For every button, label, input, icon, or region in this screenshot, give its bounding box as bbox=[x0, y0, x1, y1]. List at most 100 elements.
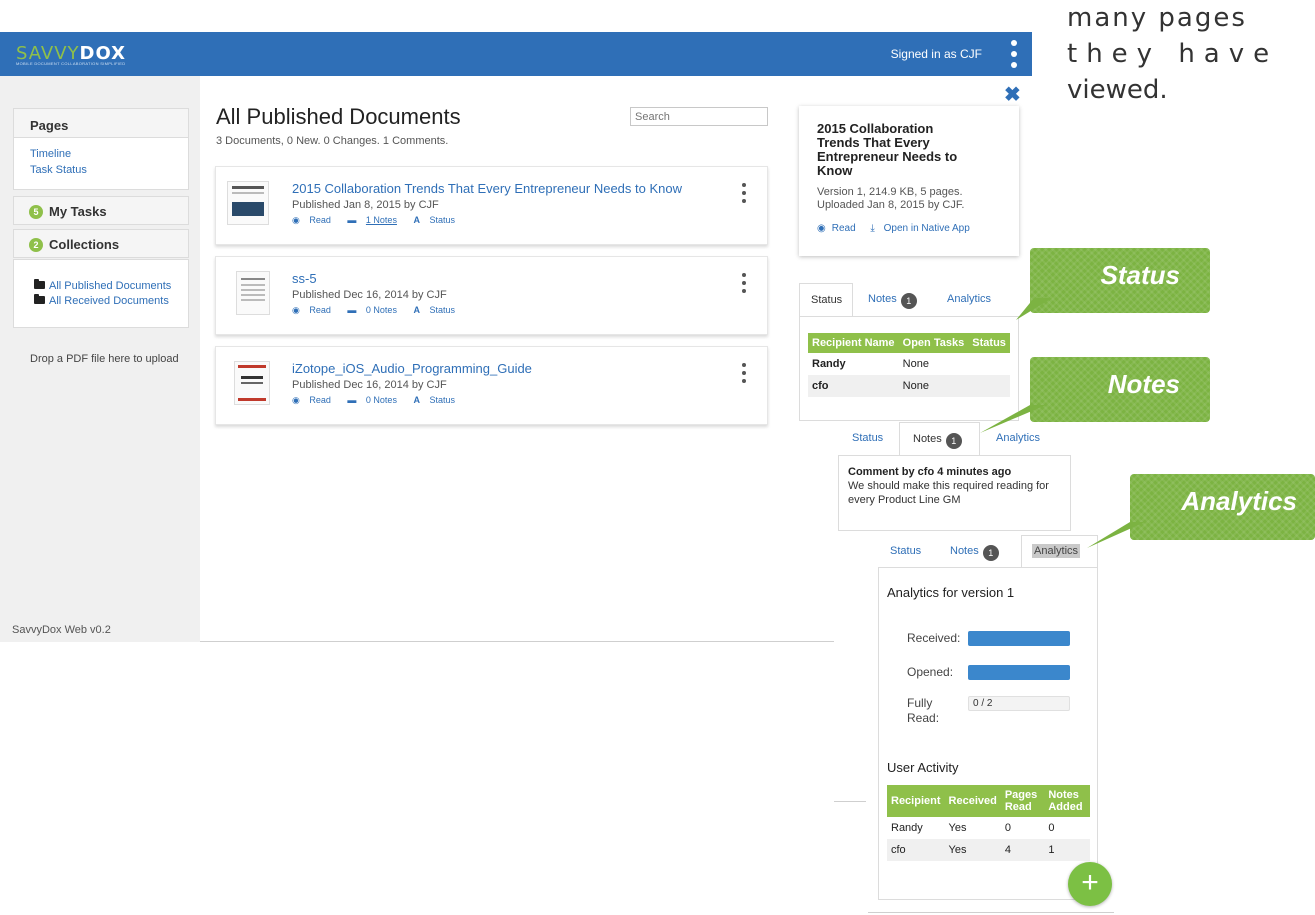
tab-analytics[interactable]: Analytics bbox=[947, 293, 991, 305]
eye-icon: ◉ bbox=[292, 215, 300, 225]
callout-status: Status bbox=[1030, 248, 1210, 313]
document-published: Published Jan 8, 2015 by CJF bbox=[292, 199, 439, 211]
eye-icon: ◉ bbox=[817, 223, 826, 234]
divider bbox=[868, 912, 1114, 913]
pages-heading: Pages bbox=[14, 109, 188, 138]
sidebar-link-task-status[interactable]: Task Status bbox=[30, 162, 172, 178]
document-thumbnail[interactable] bbox=[234, 361, 270, 405]
more-menu-icon[interactable] bbox=[1010, 40, 1018, 68]
comment-body: We should make this required reading for… bbox=[848, 480, 1049, 506]
document-published: Published Dec 16, 2014 by CJF bbox=[292, 379, 447, 391]
status-link[interactable]: A Status bbox=[413, 215, 462, 225]
comment-header: Comment by cfo 4 minutes ago bbox=[848, 466, 1012, 478]
document-info-card: 2015 Collaboration Trends That Every Ent… bbox=[799, 106, 1019, 256]
tab-status[interactable]: Status bbox=[852, 432, 883, 444]
read-link[interactable]: ◉ Read bbox=[292, 395, 338, 405]
read-link[interactable]: ◉ Read bbox=[292, 215, 338, 225]
app-header: SAVVYDOX MOBILE DOCUMENT COLLABORATION S… bbox=[0, 32, 1032, 76]
eye-icon: ◉ bbox=[292, 395, 300, 405]
notes-count-badge: 1 bbox=[945, 433, 962, 449]
download-icon: ⤓ bbox=[870, 223, 875, 234]
collections-panel: All Published Documents All Received Doc… bbox=[13, 259, 189, 328]
my-tasks-header[interactable]: 5 My Tasks bbox=[13, 196, 189, 225]
notes-tab-panel: Status Notes 1 Analytics Comment by cfo 4… bbox=[838, 422, 1071, 532]
fully-read-bar: 0 / 2 bbox=[968, 696, 1070, 711]
divider bbox=[834, 801, 866, 802]
callout-analytics: Analytics bbox=[1130, 474, 1315, 540]
notes-count-badge: 1 bbox=[900, 293, 917, 309]
collections-count-badge: 2 bbox=[29, 238, 43, 252]
tab-status[interactable]: Status bbox=[890, 545, 921, 557]
opened-bar bbox=[968, 665, 1070, 680]
document-title-link[interactable]: iZotope_iOS_Audio_Programming_Guide bbox=[292, 361, 532, 376]
user-activity-title: User Activity bbox=[887, 760, 959, 775]
collection-link-published[interactable]: All Published Documents bbox=[34, 279, 188, 294]
tab-notes[interactable]: Notes 1 bbox=[899, 422, 980, 456]
callout-notes: Notes bbox=[1030, 357, 1210, 422]
notes-link[interactable]: ▬ 1 Notes bbox=[347, 215, 404, 225]
pages-panel: Pages Timeline Task Status bbox=[13, 108, 189, 190]
info-version: Version 1, 214.9 KB, 5 pages. bbox=[817, 186, 963, 198]
document-card[interactable]: 2015 Collaboration Trends That Every Ent… bbox=[215, 166, 768, 245]
document-title-link[interactable]: 2015 Collaboration Trends That Every Ent… bbox=[292, 181, 682, 196]
status-icon: A bbox=[413, 395, 420, 405]
page-title: All Published Documents bbox=[216, 104, 461, 129]
tab-notes[interactable]: Notes 1 bbox=[950, 545, 999, 561]
eye-icon: ◉ bbox=[292, 305, 300, 315]
status-tab-panel: Status Notes 1 Analytics Recipient Name Op… bbox=[799, 283, 1019, 423]
status-link[interactable]: A Status bbox=[413, 395, 462, 405]
document-title-link[interactable]: ss-5 bbox=[292, 271, 317, 286]
document-card[interactable]: iZotope_iOS_Audio_Programming_Guide Publ… bbox=[215, 346, 768, 425]
upload-drop-zone[interactable]: Drop a PDF file here to upload bbox=[30, 353, 179, 365]
document-card[interactable]: ss-5 Published Dec 16, 2014 by CJF ◉ Rea… bbox=[215, 256, 768, 335]
table-header: Recipient Received Pages Read Notes Added bbox=[887, 785, 1090, 817]
document-menu-icon[interactable] bbox=[742, 273, 746, 293]
document-thumbnail[interactable] bbox=[236, 271, 270, 315]
sidebar-link-timeline[interactable]: Timeline bbox=[30, 146, 172, 162]
status-icon: A bbox=[413, 215, 420, 225]
document-menu-icon[interactable] bbox=[742, 363, 746, 383]
close-icon[interactable]: ✖ bbox=[1004, 82, 1021, 107]
signed-in-label: Signed in as CJF bbox=[890, 47, 982, 61]
notes-link[interactable]: ▬ 0 Notes bbox=[347, 395, 404, 405]
analytics-title: Analytics for version 1 bbox=[887, 585, 1015, 600]
folder-icon bbox=[34, 279, 45, 289]
table-row: Randy Yes 0 0 bbox=[891, 822, 1055, 834]
info-uploaded: Uploaded Jan 8, 2015 by CJF. bbox=[817, 199, 965, 211]
read-link[interactable]: ◉ Read bbox=[292, 305, 338, 315]
callout-pointer bbox=[980, 405, 1046, 433]
tab-status[interactable]: Status bbox=[799, 283, 853, 316]
document-menu-icon[interactable] bbox=[742, 183, 746, 203]
tab-notes[interactable]: Notes 1 bbox=[868, 293, 917, 309]
notes-link[interactable]: ▬ 0 Notes bbox=[347, 305, 404, 315]
table-header: Recipient Name Open Tasks Status bbox=[808, 333, 1010, 353]
search-input[interactable] bbox=[630, 107, 768, 126]
comment-icon: ▬ bbox=[347, 305, 357, 315]
collections-header[interactable]: 2 Collections bbox=[13, 229, 189, 258]
status-table: Recipient Name Open Tasks Status Randy None… bbox=[808, 333, 1010, 397]
callout-pointer bbox=[1087, 522, 1145, 548]
documents-summary: 3 Documents, 0 New. 0 Changes. 1 Comment… bbox=[216, 135, 449, 147]
info-title: 2015 Collaboration Trends That Every Ent… bbox=[817, 121, 958, 178]
table-row: cfo None bbox=[808, 375, 1010, 397]
add-button[interactable]: + bbox=[1068, 862, 1112, 906]
collection-link-received[interactable]: All Received Documents bbox=[34, 294, 188, 309]
received-bar bbox=[968, 631, 1070, 646]
tasks-count-badge: 5 bbox=[29, 205, 43, 219]
status-icon: A bbox=[413, 305, 420, 315]
user-activity-table: Recipient Received Pages Read Notes Added R… bbox=[887, 785, 1090, 861]
info-read-link[interactable]: ◉ Read bbox=[817, 223, 862, 234]
caption-text: many pages they have viewed. bbox=[1067, 3, 1279, 105]
callout-pointer bbox=[1016, 298, 1052, 320]
comment-icon: ▬ bbox=[347, 215, 357, 225]
received-label: Received: bbox=[907, 631, 961, 645]
sidebar: Pages Timeline Task Status 5 My Tasks 2 Co… bbox=[0, 76, 200, 642]
document-thumbnail[interactable] bbox=[227, 181, 269, 225]
open-native-link[interactable]: ⤓ Open in Native App bbox=[870, 223, 975, 234]
folder-icon bbox=[34, 294, 45, 304]
opened-label: Opened: bbox=[907, 665, 954, 679]
table-row: Randy None bbox=[812, 358, 929, 370]
logo-tagline: MOBILE DOCUMENT COLLABORATION SIMPLIFIED bbox=[16, 61, 126, 66]
comment-icon: ▬ bbox=[347, 395, 357, 405]
status-link[interactable]: A Status bbox=[413, 305, 462, 315]
